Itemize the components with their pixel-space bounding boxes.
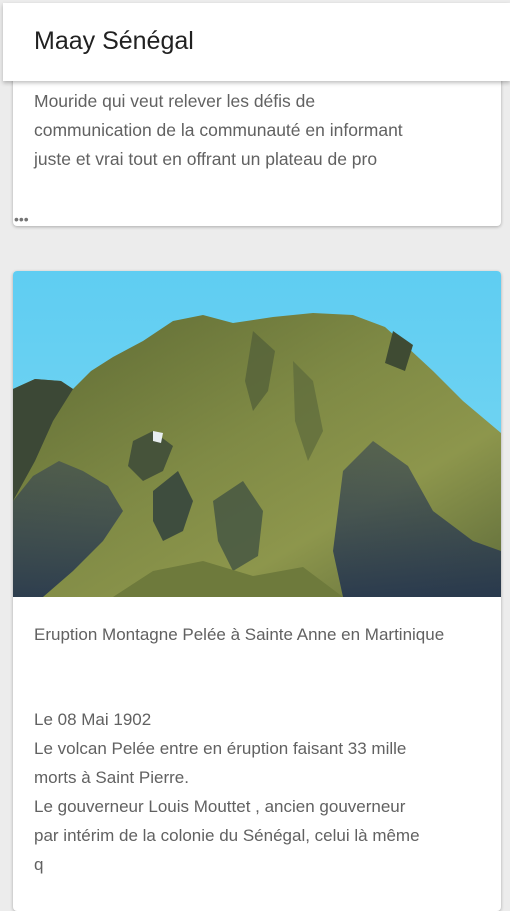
app-bar: Maay Sénégal: [3, 3, 510, 81]
post-image[interactable]: [13, 271, 501, 597]
excerpt-line: Mouride qui veut relever les défis de: [34, 91, 316, 111]
excerpt-line: juste et vrai tout en offrant un plateau…: [34, 149, 378, 169]
more-options-icon[interactable]: •••: [14, 212, 29, 226]
excerpt-line: communication de la communauté en inform…: [34, 120, 403, 140]
post-title[interactable]: Eruption Montagne Pelée à Sainte Anne en…: [34, 623, 474, 646]
app-title: Maay Sénégal: [34, 26, 194, 55]
post-body: Le 08 Mai 1902 Le volcan Pelée entre en …: [34, 705, 486, 879]
body-line: Le volcan Pelée entre en éruption faisan…: [34, 739, 407, 758]
news-feed[interactable]: Mouride qui veut relever les défis de co…: [0, 0, 510, 911]
body-line: par intérim de la colonie du Sénégal, ce…: [34, 826, 420, 845]
body-line: Le 08 Mai 1902: [34, 710, 152, 729]
body-line: q: [34, 855, 44, 874]
post-excerpt: Mouride qui veut relever les défis de co…: [34, 87, 474, 174]
post-card[interactable]: Eruption Montagne Pelée à Sainte Anne en…: [13, 271, 501, 911]
body-line: Le gouverneur Louis Mouttet , ancien gou…: [34, 797, 406, 816]
body-line: morts à Saint Pierre.: [34, 768, 189, 787]
